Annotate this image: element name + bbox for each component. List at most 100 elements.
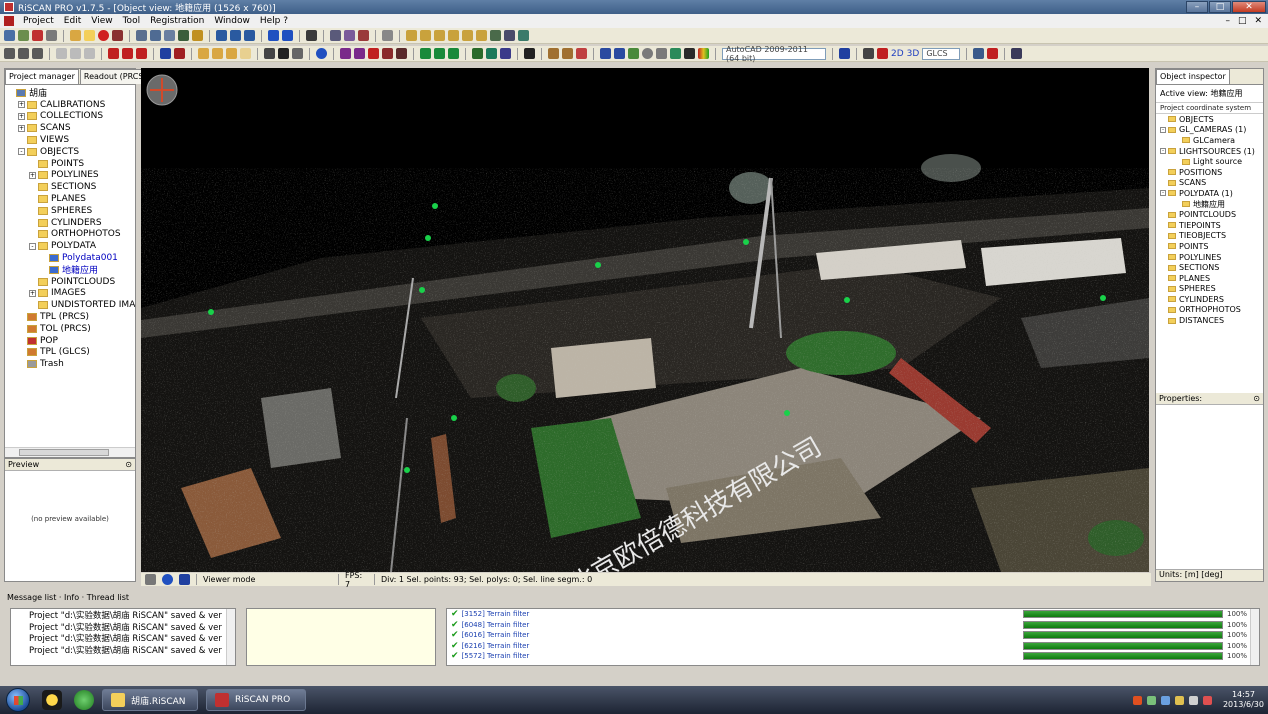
qq-icon[interactable] <box>42 690 62 710</box>
mesh-icon[interactable] <box>198 48 209 59</box>
scan-green-icon[interactable] <box>420 48 431 59</box>
menu-registration[interactable]: Registration <box>145 16 209 26</box>
ortho-icon[interactable] <box>670 48 681 59</box>
delete-points-icon[interactable] <box>122 48 133 59</box>
collapse-icon[interactable]: - <box>1160 190 1166 197</box>
object-tree-node[interactable]: SCANS <box>1160 178 1263 189</box>
refresh-icon[interactable] <box>973 48 985 59</box>
delete-icon[interactable] <box>32 30 43 41</box>
taskbar-folder-button[interactable]: 胡庙.RiSCAN <box>102 689 198 711</box>
coordinate-system-select[interactable]: GLCS <box>922 47 961 60</box>
menu-window[interactable]: Window <box>209 16 255 26</box>
settings-icon[interactable] <box>382 30 393 41</box>
collapse-icon[interactable]: - <box>18 148 25 156</box>
object-tree-node[interactable]: SPHERES <box>1160 284 1263 295</box>
collapse-icon[interactable]: - <box>29 242 36 250</box>
pdf-icon[interactable] <box>358 30 369 41</box>
tab-readout[interactable]: Readout (PRCS) <box>79 69 151 84</box>
triangle-red-icon[interactable] <box>174 48 185 59</box>
color-icon[interactable] <box>382 48 393 59</box>
volume-icon[interactable] <box>1188 695 1198 705</box>
layout-grid-icon[interactable] <box>244 30 255 41</box>
pin-icon[interactable]: ⊙ <box>1253 394 1260 403</box>
tree-node[interactable]: PLANES <box>7 193 135 205</box>
object-tree-node[interactable]: Light source <box>1160 156 1263 167</box>
security-icon[interactable] <box>1202 695 1212 705</box>
taskbar-riscan-button[interactable]: RiSCAN PRO <box>206 689 306 711</box>
info-icon[interactable] <box>316 48 327 59</box>
scan-icon[interactable] <box>136 30 147 41</box>
object-tree-node[interactable]: POSITIONS <box>1160 167 1263 178</box>
tree-node[interactable]: TPL (GLCS) <box>7 347 135 359</box>
tree-node[interactable]: - POLYDATA <box>7 240 135 252</box>
select-plus-icon[interactable] <box>18 48 29 59</box>
tree-node[interactable]: VIEWS <box>7 134 135 146</box>
decimate-icon[interactable] <box>226 48 237 59</box>
triangle-icon[interactable] <box>160 48 171 59</box>
tree-node[interactable]: SPHERES <box>7 205 135 217</box>
cube-left-icon[interactable] <box>434 30 445 41</box>
tree-node[interactable]: ORTHOPHOTOS <box>7 229 135 241</box>
pyramid-icon[interactable] <box>524 48 535 59</box>
expand-icon[interactable]: + <box>29 171 36 179</box>
cube-right-icon[interactable] <box>448 30 459 41</box>
brush-select-icon[interactable] <box>84 48 95 59</box>
view-2d-button[interactable]: 2D <box>891 49 904 59</box>
tree-node[interactable]: POINTS <box>7 158 135 170</box>
stop-icon[interactable] <box>98 30 109 41</box>
new-project-icon[interactable] <box>4 30 15 41</box>
menu-help[interactable]: Help ? <box>255 16 293 26</box>
zoom-window-icon[interactable] <box>518 30 529 41</box>
collapse-icon[interactable]: - <box>1160 148 1166 155</box>
registration-icon[interactable] <box>150 30 161 41</box>
tray-app-icon[interactable] <box>1146 695 1156 705</box>
view-3d-button[interactable]: 3D <box>907 49 920 59</box>
export-red-icon[interactable] <box>576 48 587 59</box>
layout-single-icon[interactable] <box>216 30 227 41</box>
navigate-icon[interactable] <box>839 48 850 59</box>
fill-holes-icon[interactable] <box>240 48 251 59</box>
histogram-icon[interactable] <box>548 48 559 59</box>
measure-icon[interactable] <box>340 48 351 59</box>
zoom-fit-icon[interactable] <box>490 30 501 41</box>
tree-node[interactable]: Trash <box>7 358 135 370</box>
cylinder-icon[interactable] <box>656 48 667 59</box>
horizontal-scrollbar[interactable] <box>5 447 135 457</box>
point-icon[interactable] <box>600 48 611 59</box>
stop-process-icon[interactable] <box>987 48 999 59</box>
grid-icon[interactable] <box>264 48 275 59</box>
gear-icon[interactable] <box>863 48 874 59</box>
object-tree-node[interactable]: TIEOBJECTS <box>1160 231 1263 242</box>
select-icon[interactable] <box>4 48 15 59</box>
sphere-icon[interactable] <box>642 48 653 59</box>
object-tree-node[interactable]: POLYLINES <box>1160 252 1263 263</box>
scrollbar-thumb[interactable] <box>19 449 109 456</box>
maximize-button[interactable]: □ <box>1209 1 1231 13</box>
zoom-extents-icon[interactable] <box>504 30 515 41</box>
expand-icon[interactable]: + <box>18 101 25 109</box>
doc-close-button[interactable]: ✕ <box>1254 16 1262 26</box>
expand-icon[interactable]: + <box>29 289 36 297</box>
tab-object-inspector[interactable]: Object inspector <box>1156 69 1230 84</box>
cube-top-icon[interactable] <box>462 30 473 41</box>
tree-node[interactable]: 地籍应用 <box>7 264 135 276</box>
tree-node[interactable]: + COLLECTIONS <box>7 111 135 123</box>
layout-split-icon[interactable] <box>230 30 241 41</box>
scanner-icon[interactable] <box>46 30 57 41</box>
tree-node[interactable]: Polydata001 <box>7 252 135 264</box>
document-icon[interactable] <box>4 16 14 26</box>
export-icon[interactable] <box>192 30 203 41</box>
input-method-icon[interactable] <box>1132 695 1142 705</box>
person-icon[interactable] <box>500 48 511 59</box>
object-tree-node[interactable]: TIEPOINTS <box>1160 220 1263 231</box>
object-tree-node[interactable]: ORTHOPHOTOS <box>1160 305 1263 316</box>
message-tabs[interactable]: Message list · Info · Thread list <box>4 591 129 604</box>
image-icon[interactable] <box>164 30 175 41</box>
filter-icon[interactable] <box>344 30 355 41</box>
doc-restore-button[interactable]: □ <box>1238 16 1247 26</box>
tree-node[interactable]: CYLINDERS <box>7 217 135 229</box>
close-x-icon[interactable] <box>368 48 379 59</box>
select-minus-icon[interactable] <box>32 48 43 59</box>
browser-icon[interactable] <box>74 690 94 710</box>
object-tree-node[interactable]: 地籍应用 <box>1160 199 1263 210</box>
